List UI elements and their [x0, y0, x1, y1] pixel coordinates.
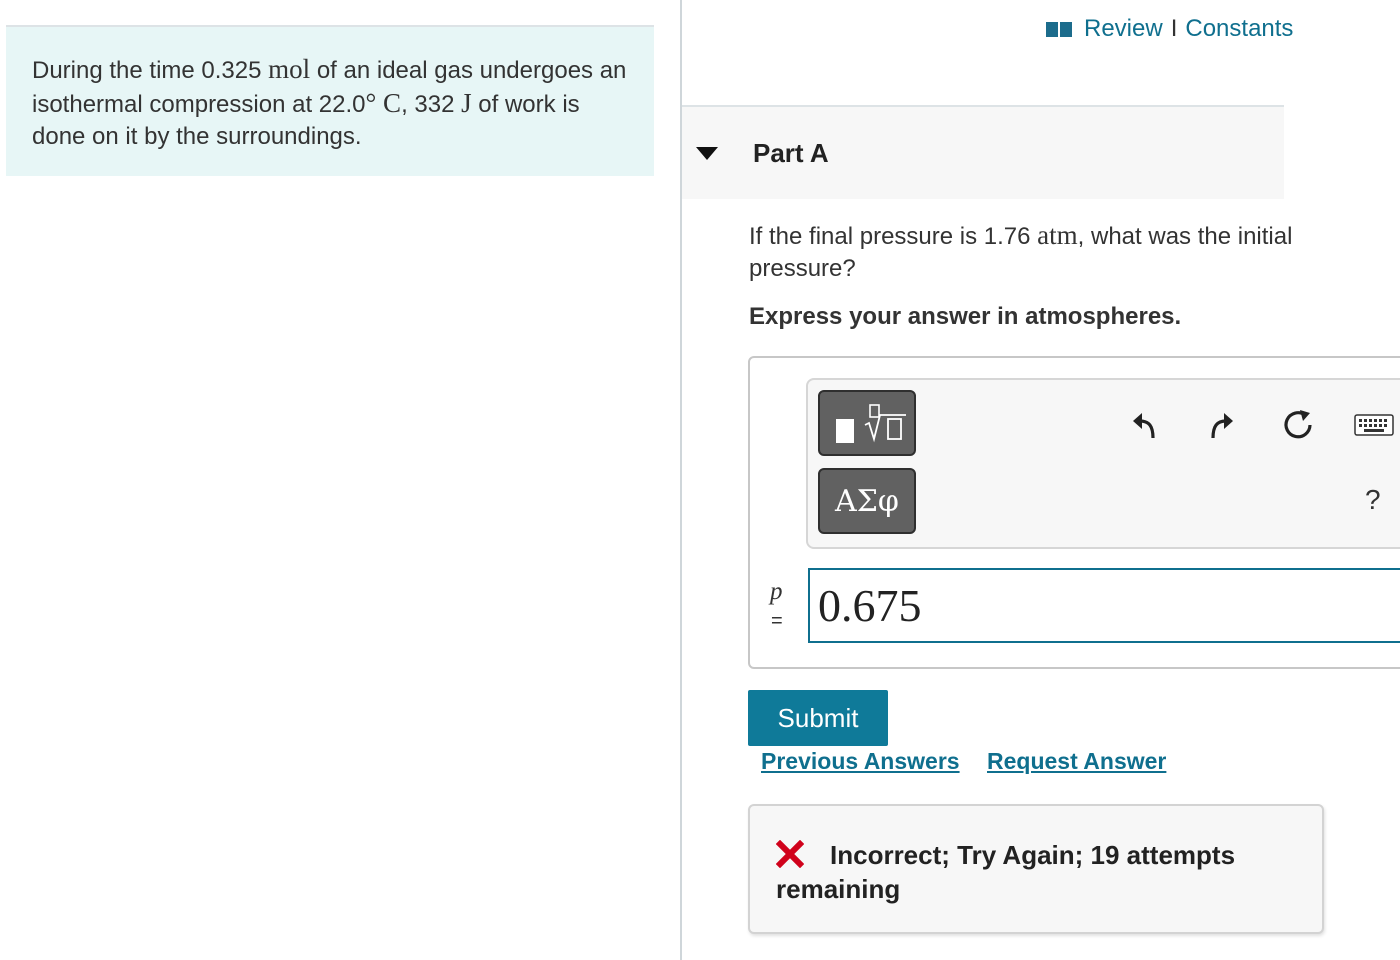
help-button[interactable]: ? [1365, 484, 1381, 516]
top-links: Review I Constants [1046, 14, 1293, 44]
unit-mol: mol [268, 54, 311, 84]
problem-statement: During the time 0.325 mol of an ideal ga… [6, 27, 654, 176]
redo-button[interactable] [1200, 405, 1240, 445]
constants-link[interactable]: Constants [1185, 15, 1293, 43]
request-answer-link[interactable]: Request Answer [987, 748, 1166, 775]
unit-celsius: ° C [365, 88, 402, 118]
question-text-pre: If the final pressure is 1.76 [749, 223, 1038, 250]
redo-icon [1211, 413, 1233, 439]
feedback-box: Incorrect; Try Again; 19 attempts remain… [748, 804, 1324, 934]
unit-joule: J [461, 88, 472, 118]
book-icon [1046, 21, 1072, 37]
previous-answers-link[interactable]: Previous Answers [761, 748, 960, 775]
question-text: If the final pressure is 1.76 atm, what … [749, 219, 1309, 285]
symbols-button[interactable]: ΑΣφ [818, 468, 916, 534]
undo-icon [1133, 413, 1155, 439]
undo-button[interactable] [1126, 405, 1166, 445]
review-link[interactable]: Review [1084, 15, 1163, 43]
answer-variable: p [770, 578, 783, 605]
keyboard-icon [1354, 414, 1394, 436]
collapse-caret-icon[interactable] [696, 147, 718, 160]
problem-text-1: During the time 0.325 [32, 57, 269, 84]
incorrect-x-icon [776, 840, 804, 868]
sqrt-icon [864, 404, 906, 443]
keyboard-button[interactable] [1354, 405, 1394, 445]
templates-icon [836, 419, 854, 443]
unit-atm: atm [1037, 220, 1078, 250]
templates-button[interactable] [818, 390, 916, 456]
reset-button[interactable] [1278, 405, 1318, 445]
answer-instruction: Express your answer in atmospheres. [749, 303, 1182, 330]
submit-button[interactable]: Submit [748, 690, 888, 746]
answer-equals: = [771, 610, 783, 632]
part-title: Part A [753, 138, 829, 168]
problem-text-3: , 332 [401, 91, 462, 118]
reset-icon [1284, 410, 1312, 439]
feedback-message: Incorrect; Try Again; 19 attempts remain… [776, 840, 1236, 904]
link-separator: I [1170, 15, 1178, 42]
answer-input[interactable]: 0.675 [808, 568, 1400, 643]
